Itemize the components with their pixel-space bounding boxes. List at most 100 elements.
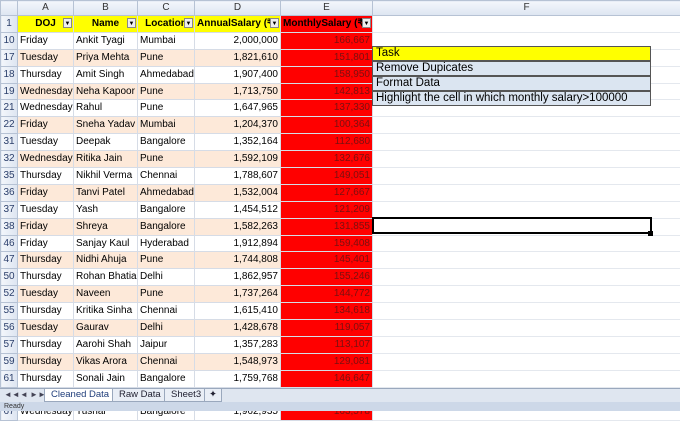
cell-doj[interactable]: Friday	[18, 117, 74, 134]
cell-doj[interactable]: Friday	[18, 32, 74, 49]
cell-name[interactable]: Nidhi Ahuja	[74, 252, 138, 269]
cell-name[interactable]: Ritika Jain	[74, 151, 138, 168]
cell-name[interactable]: Shreya	[74, 218, 138, 235]
cell-annual-salary[interactable]: 1,548,973	[195, 353, 281, 370]
cell-name[interactable]: Rohan Bhatia	[74, 269, 138, 286]
cell-location[interactable]: Chennai	[138, 353, 195, 370]
row-header[interactable]: 17	[1, 49, 18, 66]
cell-doj[interactable]: Wednesday	[18, 100, 74, 117]
column-header-e[interactable]: E	[281, 1, 373, 16]
cell-name[interactable]: Nikhil Verma	[74, 168, 138, 185]
cell-location[interactable]: Delhi	[138, 269, 195, 286]
next-sheet-icon[interactable]: ►	[30, 390, 38, 399]
task-item-2[interactable]: Format Data	[372, 76, 651, 91]
row-header[interactable]: 56	[1, 320, 18, 337]
cell-location[interactable]: Bangalore	[138, 201, 195, 218]
cell-location[interactable]: Hyderabad	[138, 235, 195, 252]
cell-annual-salary[interactable]: 1,454,512	[195, 201, 281, 218]
sheet-tab-cleaned-data[interactable]: Cleaned Data	[44, 389, 116, 402]
cell-doj[interactable]: Thursday	[18, 269, 74, 286]
cell-f[interactable]	[373, 16, 680, 33]
cell-annual-salary[interactable]: 1,788,607	[195, 168, 281, 185]
task-item-3[interactable]: Highlight the cell in which monthly sala…	[372, 91, 651, 106]
cell-monthly-salary[interactable]: 131,855	[281, 218, 373, 235]
cell-monthly-salary[interactable]: 155,246	[281, 269, 373, 286]
cell-location[interactable]: Ahmedabad	[138, 184, 195, 201]
cell-monthly-salary[interactable]: 159,408	[281, 235, 373, 252]
cell-doj[interactable]: Wednesday	[18, 83, 74, 100]
cell-monthly-salary[interactable]: 112,680	[281, 134, 373, 151]
row-header[interactable]: 32	[1, 151, 18, 168]
cell-annual-salary[interactable]: 1,352,164	[195, 134, 281, 151]
cell-monthly-salary[interactable]: 166,667	[281, 32, 373, 49]
cell-name[interactable]: Ankit Tyagi	[74, 32, 138, 49]
cell-monthly-salary[interactable]: 129,081	[281, 353, 373, 370]
cell-f[interactable]	[373, 117, 680, 134]
row-header[interactable]: 50	[1, 269, 18, 286]
cell-monthly-salary[interactable]: 158,950	[281, 66, 373, 83]
cell-doj[interactable]: Thursday	[18, 66, 74, 83]
cell-location[interactable]: Chennai	[138, 168, 195, 185]
cell-doj[interactable]: Friday	[18, 235, 74, 252]
row-header[interactable]: 19	[1, 83, 18, 100]
cell-name[interactable]: Neha Kapoor	[74, 83, 138, 100]
insert-sheet-icon[interactable]: ✦	[204, 389, 222, 402]
cell-f[interactable]	[373, 168, 680, 185]
sheet-tab-raw-data[interactable]: Raw Data	[112, 389, 168, 402]
task-header[interactable]: Task	[372, 46, 651, 61]
cell-location[interactable]: Pune	[138, 49, 195, 66]
cell-location[interactable]: Pune	[138, 151, 195, 168]
cell-name[interactable]: Deepak	[74, 134, 138, 151]
prev-sheet-icon[interactable]: ◄	[20, 390, 28, 399]
cell-f[interactable]	[373, 151, 680, 168]
cell-location[interactable]: Mumbai	[138, 117, 195, 134]
cell-f[interactable]	[373, 252, 680, 269]
cell-f[interactable]	[373, 370, 680, 387]
cell-annual-salary[interactable]: 1,744,808	[195, 252, 281, 269]
cell-annual-salary[interactable]: 1,357,283	[195, 336, 281, 353]
row-header[interactable]: 52	[1, 286, 18, 303]
cell-doj[interactable]: Wednesday	[18, 151, 74, 168]
row-header[interactable]: 47	[1, 252, 18, 269]
cell-monthly-salary[interactable]: 146,647	[281, 370, 373, 387]
cell-doj[interactable]: Tuesday	[18, 49, 74, 66]
cell-monthly-salary[interactable]: 119,057	[281, 320, 373, 337]
cell-monthly-salary[interactable]: 134,618	[281, 303, 373, 320]
cell-location[interactable]: Pune	[138, 100, 195, 117]
cell-monthly-salary[interactable]: 127,667	[281, 184, 373, 201]
cell-name[interactable]: Priya Mehta	[74, 49, 138, 66]
cell-annual-salary[interactable]: 1,912,894	[195, 235, 281, 252]
row-header[interactable]: 57	[1, 336, 18, 353]
task-item-1[interactable]: Remove Dupicates	[372, 61, 651, 76]
cell-location[interactable]: Pune	[138, 83, 195, 100]
fill-handle[interactable]	[648, 231, 653, 236]
header-annual-salary[interactable]: AnnualSalary (₹▼	[195, 16, 281, 33]
cell-f[interactable]	[373, 269, 680, 286]
cell-doj[interactable]: Tuesday	[18, 134, 74, 151]
cell-annual-salary[interactable]: 1,615,410	[195, 303, 281, 320]
cell-monthly-salary[interactable]: 137,330	[281, 100, 373, 117]
cell-f[interactable]	[373, 286, 680, 303]
cell-monthly-salary[interactable]: 132,676	[281, 151, 373, 168]
cell-monthly-salary[interactable]: 151,801	[281, 49, 373, 66]
column-header-a[interactable]: A	[18, 1, 74, 16]
cell-location[interactable]: Pune	[138, 286, 195, 303]
cell-doj[interactable]: Thursday	[18, 252, 74, 269]
cell-name[interactable]: Yash	[74, 201, 138, 218]
row-header[interactable]: 18	[1, 66, 18, 83]
cell-annual-salary[interactable]: 1,647,965	[195, 100, 281, 117]
cell-doj[interactable]: Thursday	[18, 168, 74, 185]
cell-doj[interactable]: Friday	[18, 184, 74, 201]
filter-dropdown-icon[interactable]: ▼	[270, 18, 279, 28]
cell-doj[interactable]: Tuesday	[18, 201, 74, 218]
column-header-b[interactable]: B	[74, 1, 138, 16]
cell-location[interactable]: Jaipur	[138, 336, 195, 353]
cell-name[interactable]: Rahul	[74, 100, 138, 117]
cell-doj[interactable]: Tuesday	[18, 320, 74, 337]
row-header[interactable]: 36	[1, 184, 18, 201]
cell-name[interactable]: Amit Singh	[74, 66, 138, 83]
cell-annual-salary[interactable]: 1,737,264	[195, 286, 281, 303]
cell-annual-salary[interactable]: 1,582,263	[195, 218, 281, 235]
header-doj[interactable]: DOJ▼	[18, 16, 74, 33]
first-sheet-icon[interactable]: ◄◄	[4, 390, 20, 399]
